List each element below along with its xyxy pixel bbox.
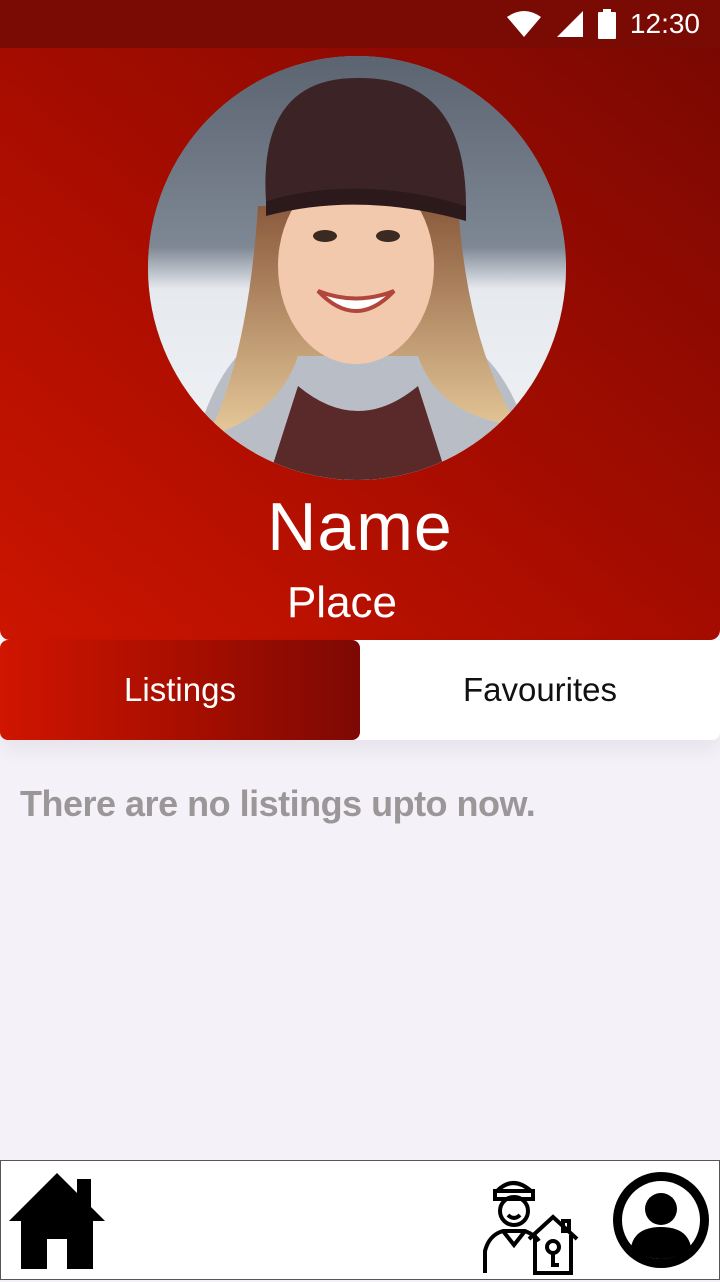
- tab-listings[interactable]: Listings: [0, 640, 360, 740]
- wifi-icon: [506, 11, 541, 37]
- agent-house-icon: [483, 1181, 579, 1275]
- tab-favourites[interactable]: Favourites: [360, 640, 720, 740]
- nav-agent-button[interactable]: [479, 1169, 581, 1277]
- empty-state-message: There are no listings upto now.: [20, 783, 536, 824]
- nav-home-button[interactable]: [7, 1169, 107, 1277]
- bottom-nav: [0, 1160, 720, 1280]
- profile-tabs: Listings Favourites: [0, 640, 720, 740]
- battery-icon: [597, 9, 616, 39]
- home-icon: [9, 1173, 105, 1269]
- profile-place: Place: [286, 578, 398, 627]
- nav-profile-button[interactable]: [611, 1167, 711, 1273]
- profile-icon: [613, 1172, 709, 1268]
- status-icons: 12:30: [506, 0, 700, 48]
- status-bar: 12:30: [0, 0, 720, 48]
- profile-name: Name: [267, 489, 453, 565]
- profile-header: Name Place: [0, 48, 720, 640]
- avatar-photo: [148, 56, 566, 480]
- avatar[interactable]: [148, 56, 566, 480]
- signal-icon: [556, 11, 583, 37]
- status-time: 12:30: [629, 8, 700, 39]
